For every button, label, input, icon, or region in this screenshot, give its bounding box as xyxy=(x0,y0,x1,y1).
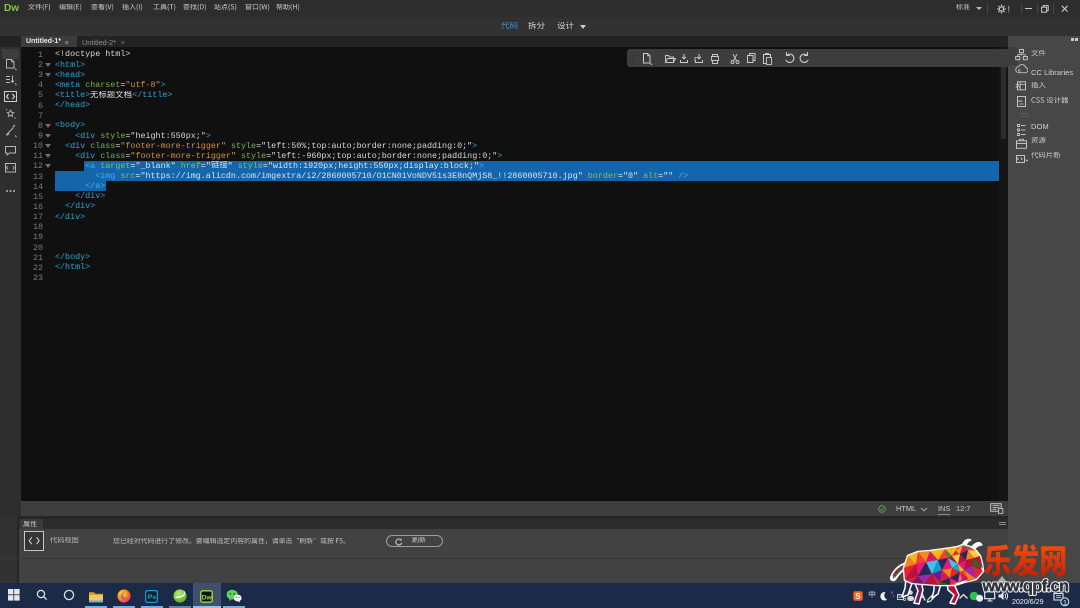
svg-text:Dw: Dw xyxy=(201,594,212,601)
svg-text:e: e xyxy=(1018,68,1021,74)
svg-text:Ps: Ps xyxy=(148,594,157,601)
svg-text:S: S xyxy=(855,592,861,601)
svg-text:!: ! xyxy=(1008,5,1011,15)
svg-text:1: 1 xyxy=(1063,599,1067,606)
